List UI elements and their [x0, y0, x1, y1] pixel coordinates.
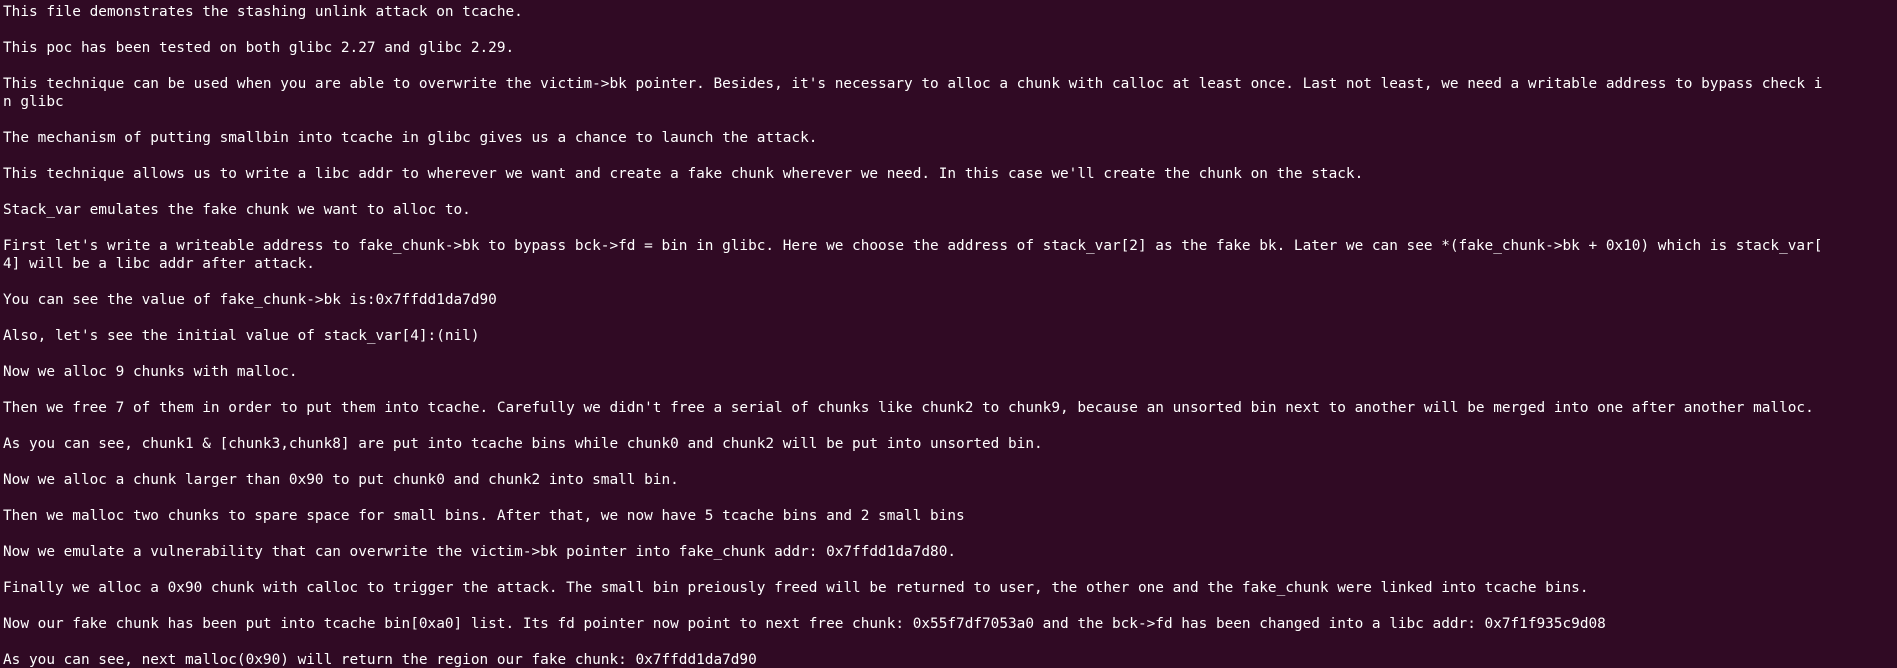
output-line: n glibc — [3, 94, 64, 110]
output-line: This poc has been tested on both glibc 2… — [3, 40, 515, 56]
output-line: Stack_var emulates the fake chunk we wan… — [3, 202, 471, 218]
output-line: Finally we alloc a 0x90 chunk with callo… — [3, 580, 1589, 596]
output-line: You can see the value of fake_chunk->bk … — [3, 292, 497, 308]
output-line: This technique can be used when you are … — [3, 76, 1823, 92]
output-line: Also, let's see the initial value of sta… — [3, 328, 480, 344]
terminal-output: This file demonstrates the stashing unli… — [3, 3, 1893, 668]
output-line: Now we alloc a chunk larger than 0x90 to… — [3, 472, 679, 488]
output-line: As you can see, next malloc(0x90) will r… — [3, 652, 757, 668]
output-line: Now we emulate a vulnerability that can … — [3, 544, 957, 560]
output-line: Now we alloc 9 chunks with malloc. — [3, 364, 298, 380]
output-line: 4] will be a libc addr after attack. — [3, 256, 315, 272]
output-line: Then we free 7 of them in order to put t… — [3, 400, 1814, 416]
output-line: This file demonstrates the stashing unli… — [3, 4, 523, 20]
output-line: First let's write a writeable address to… — [3, 238, 1823, 254]
output-line: Then we malloc two chunks to spare space… — [3, 508, 965, 524]
output-line: Now our fake chunk has been put into tca… — [3, 616, 1606, 632]
terminal-window[interactable]: This file demonstrates the stashing unli… — [0, 0, 1897, 668]
output-line: This technique allows us to write a libc… — [3, 166, 1364, 182]
output-line: The mechanism of putting smallbin into t… — [3, 130, 818, 146]
output-line: As you can see, chunk1 & [chunk3,chunk8]… — [3, 436, 1043, 452]
